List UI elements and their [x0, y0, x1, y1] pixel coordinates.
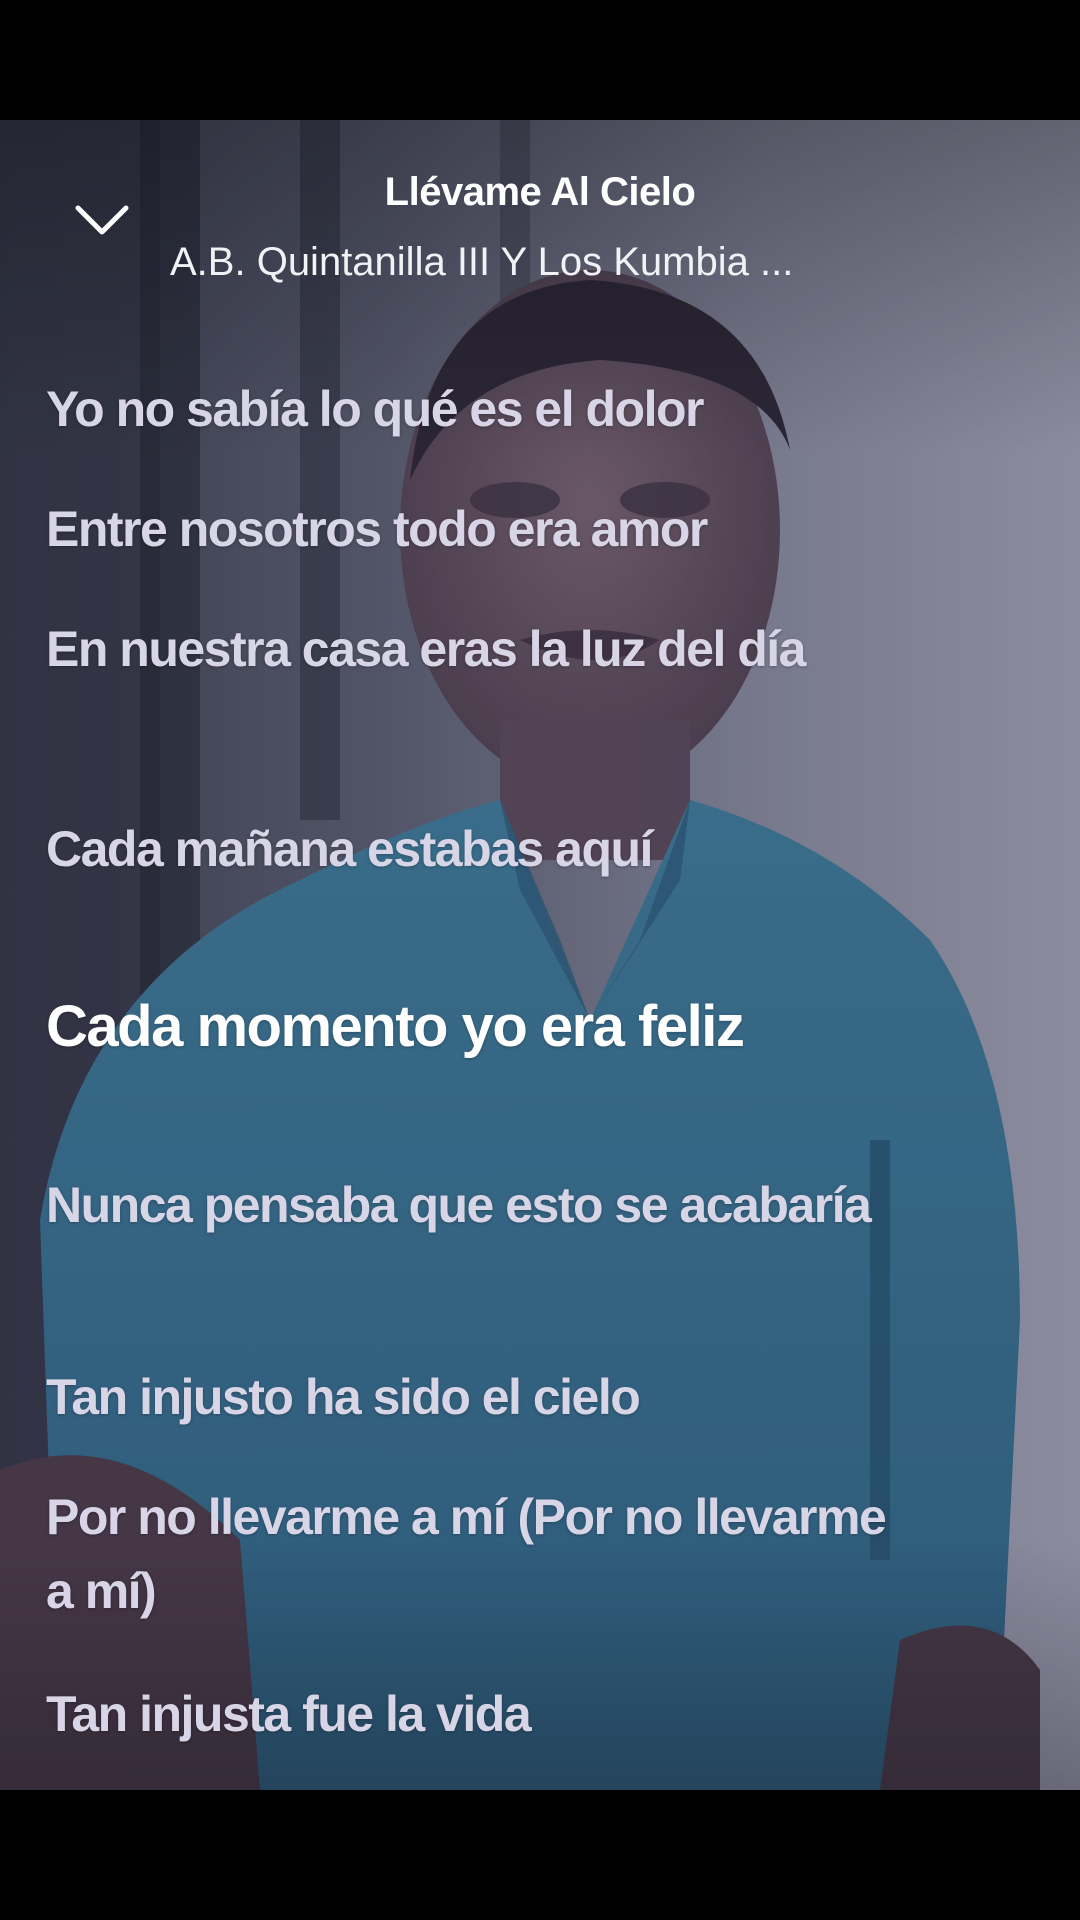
track-title: Llévame Al Cielo [384, 170, 696, 214]
lyric-line[interactable]: Yo no sabía lo qué es el dolor [46, 372, 906, 446]
player-header: Llévame Al Cielo A.B. Quintanilla III Y … [0, 120, 1080, 320]
lyric-line[interactable]: Cada mañana estabas aquí [46, 812, 906, 886]
lyric-line[interactable]: En nuestra casa eras la luz del día [46, 612, 906, 686]
top-letterbox [0, 0, 1080, 120]
lyric-line[interactable]: Tan injusta fue la vida [46, 1677, 906, 1751]
lyrics-screen: Llévame Al Cielo A.B. Quintanilla III Y … [0, 120, 1080, 1790]
lyric-line-active[interactable]: Cada momento yo era feliz [46, 990, 906, 1064]
lyric-line[interactable]: Por no llevarme a mí (Por no llevarme a … [46, 1480, 906, 1628]
lyric-line[interactable]: Entre nosotros todo era amor [46, 492, 906, 566]
bottom-letterbox [0, 1790, 1080, 1920]
lyric-line[interactable]: Nunca pensaba que esto se acabaría [46, 1168, 906, 1242]
artist-name[interactable]: A.B. Quintanilla III Y Los Kumbia ... [170, 240, 910, 285]
lyric-line[interactable]: Tan injusto ha sido el cielo [46, 1360, 906, 1434]
